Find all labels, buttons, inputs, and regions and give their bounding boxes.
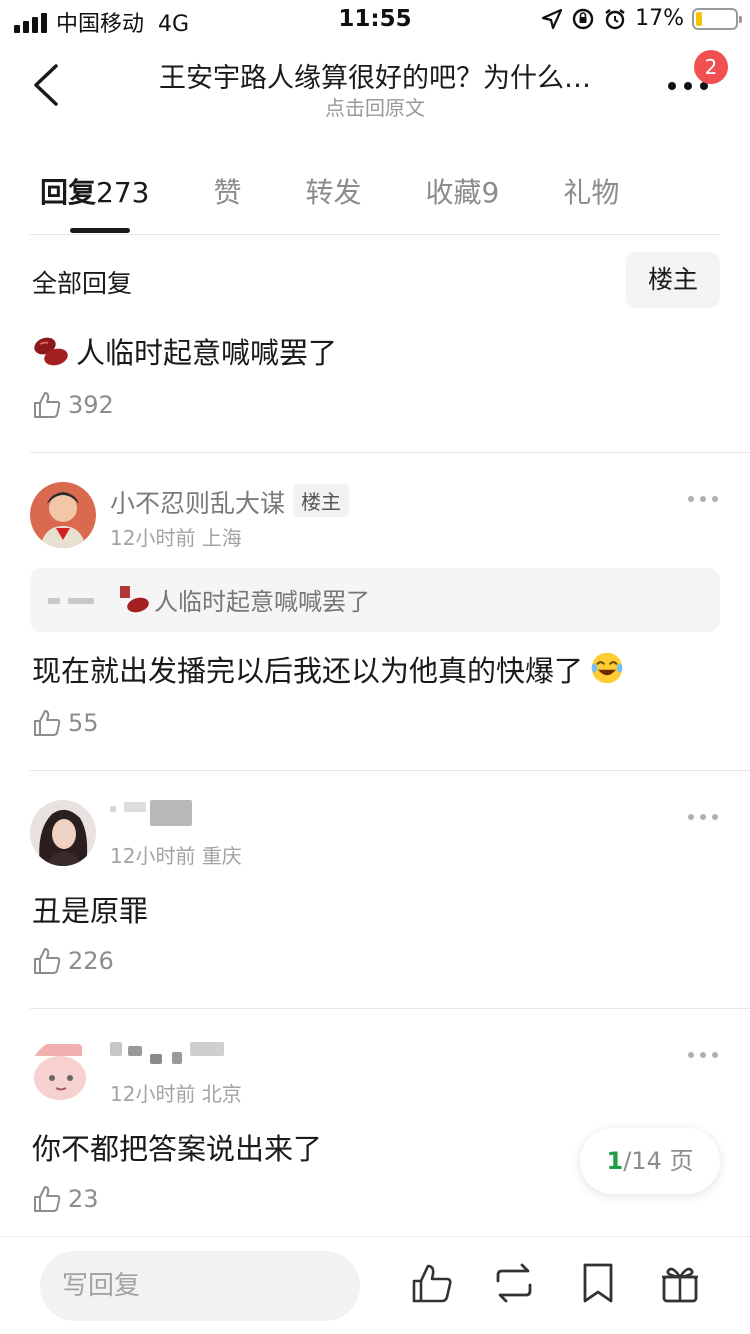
active-tab-indicator [70,228,130,233]
gift-icon[interactable] [658,1261,702,1305]
like-count: 55 [68,709,99,737]
section-title: 全部回复 [32,269,133,298]
comment-text: 丑是原罪 [32,894,149,928]
post-text: 人临时起意喊喊罢了 [32,330,337,372]
like-button[interactable]: 226 [32,946,114,976]
status-bar: 中国移动 4G 11:55 17% [0,0,750,42]
comment-meta: 12小时前 重庆 [110,844,242,868]
like-button[interactable]: 23 [32,1184,99,1214]
tab-reposts[interactable]: 转发 [305,170,361,220]
bean-emoji-icon [120,586,149,613]
bottom-action-bar: 写回复 [0,1236,750,1334]
author-name: 小不忍则乱大谋 [110,489,286,518]
divider [30,234,720,235]
battery-icon [692,7,742,30]
reply-input[interactable]: 写回复 [40,1251,360,1321]
comment-meta: 12小时前 上海 [110,526,242,550]
tab-favorites[interactable]: 收藏9 [426,170,500,220]
blurred-username [124,802,146,812]
bean-emoji-icon [34,337,68,366]
thumbs-up-icon [34,710,61,736]
tab-count: 9 [481,176,500,209]
comment-more-icon[interactable] [688,1050,718,1060]
blurred-username [172,1052,182,1064]
notification-badge: 2 [694,50,728,84]
like-count: 392 [68,391,114,419]
tab-label: 赞 [213,176,242,209]
rotation-lock-icon [572,8,594,29]
blurred-username [110,806,116,812]
blurred-username [190,1042,224,1056]
author-only-filter-button[interactable]: 楼主 [626,252,720,308]
tab-label: 收藏 [425,176,482,209]
comment-more-icon[interactable] [688,812,718,822]
like-button[interactable]: 55 [32,708,99,738]
back-to-original-link[interactable]: 点击回原文 [110,92,640,121]
like-count: 226 [68,947,114,975]
laughing-emoji-icon [591,652,623,684]
repost-icon[interactable] [492,1261,536,1305]
tab-replies[interactable]: 回复273 [40,170,150,233]
total-pages: /14 [623,1147,662,1175]
thumbs-up-icon[interactable] [410,1261,454,1305]
comment-text-content: 现在就出发播完以后我还以为他真的快爆了 [32,654,584,688]
tab-label: 回复 [40,176,97,209]
blurred-username [68,598,94,604]
blurred-username [128,1046,142,1056]
tab-gifts[interactable]: 礼物 [563,170,619,220]
blurred-username [110,1042,122,1056]
thumbs-up-icon [34,948,61,974]
quoted-text: 人临时起意喊喊罢了 [154,588,370,616]
comment-text: 你不都把答案说出来了 [32,1132,323,1166]
comment-text: 现在就出发播完以后我还以为他真的快爆了 [32,648,631,690]
post-text-content: 人临时起意喊喊罢了 [76,336,338,370]
page-unit: 页 [661,1147,694,1175]
blurred-username [150,800,192,826]
page-title[interactable]: 王安宇路人缘算很好的吧？为什么… [110,56,640,95]
divider [30,1008,750,1009]
battery-percent: 17% [635,6,684,31]
location-icon [541,8,563,29]
thumbs-up-icon [34,392,61,418]
thumbs-up-icon [34,1186,61,1212]
blurred-username [48,598,60,604]
current-page: 1 [606,1147,624,1175]
tab-label: 礼物 [563,176,620,209]
page-indicator[interactable]: 1/14 页 [580,1128,720,1194]
tab-count: 273 [96,176,150,209]
like-count: 23 [68,1185,99,1213]
alarm-icon [605,8,625,29]
avatar[interactable] [30,482,96,548]
author-tag: 楼主 [293,484,350,517]
back-icon[interactable] [26,60,70,110]
bookmark-icon[interactable] [576,1261,620,1305]
divider [30,770,750,771]
tab-label: 转发 [305,176,362,209]
comment-meta: 12小时前 北京 [110,1082,242,1106]
quoted-reply[interactable]: 人临时起意喊喊罢了 [30,568,720,632]
avatar[interactable] [30,1040,96,1106]
like-button[interactable]: 392 [32,390,114,420]
tab-likes[interactable]: 赞 [213,170,241,220]
comment-more-icon[interactable] [688,494,718,504]
nav-bar: 王安宇路人缘算很好的吧？为什么… 点击回原文 2 [0,42,750,128]
avatar[interactable] [30,800,96,866]
comment-author[interactable]: 小不忍则乱大谋 楼主 [110,484,350,520]
status-right: 17% [541,6,742,31]
blurred-username [150,1054,162,1064]
divider [30,452,750,453]
tab-bar: 回复273 赞 转发 收藏9 礼物 [40,170,740,236]
